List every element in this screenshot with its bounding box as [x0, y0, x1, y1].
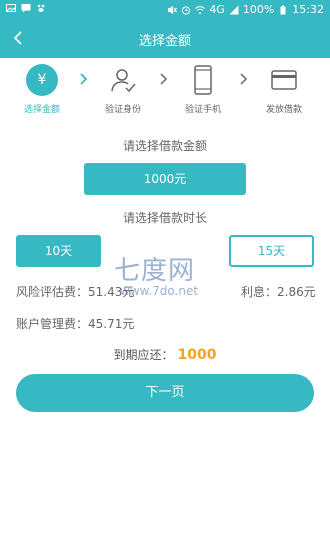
step-label: 选择金额: [23, 105, 60, 115]
page-title: 选择金额: [138, 34, 191, 49]
due-label: 到期应还：: [113, 348, 174, 362]
user-check-icon: [107, 64, 139, 96]
duration-option-15[interactable]: 15天: [229, 235, 314, 267]
risk-fee-label: 风险评估费：: [16, 285, 89, 299]
account-fee: 账户管理费：45.71元: [16, 315, 134, 332]
message-icon: [21, 4, 31, 13]
amount-option-button[interactable]: 1000元: [84, 163, 246, 195]
account-fee-value: 45.71元: [88, 317, 135, 331]
title-bar: 选择金额: [0, 20, 330, 58]
image-icon: [6, 4, 16, 12]
phone-icon: [187, 64, 219, 96]
battery-percent: 100%: [242, 3, 275, 16]
risk-fee: 风险评估费：51.43元: [16, 283, 134, 300]
step-label: 发放借款: [265, 105, 302, 115]
step-verify-phone: 验证手机: [167, 64, 239, 115]
status-left-icons: [6, 3, 46, 13]
step-verify-identity: 验证身份: [87, 64, 159, 115]
status-bar: 4G 100% 15:32: [0, 0, 330, 20]
interest-value: 2.86元: [277, 285, 316, 299]
duration-option-10[interactable]: 10天: [16, 235, 101, 267]
step-select-amount: ¥ 选择金额: [6, 64, 78, 115]
progress-steps: ¥ 选择金额 验证身份 验证手机 发放借款: [0, 64, 330, 124]
watermark-title: 七度网: [114, 256, 196, 286]
due-value: 1000: [177, 347, 217, 363]
interest-label: 利息：: [241, 285, 278, 299]
risk-fee-value: 51.43元: [88, 285, 135, 299]
step-label: 验证手机: [184, 105, 221, 115]
due-amount: 到期应还： 1000: [0, 346, 330, 363]
card-icon: [268, 64, 300, 96]
account-fee-label: 账户管理费：: [16, 317, 89, 331]
paw-icon: [37, 4, 45, 12]
next-page-button[interactable]: 下一页: [16, 374, 314, 412]
status-right-icons: 4G 100% 15:32: [167, 3, 324, 17]
battery-icon: [280, 5, 286, 15]
duration-prompt: 请选择借款时长: [122, 211, 207, 225]
interest: 利息：2.86元: [241, 283, 316, 300]
network-type: 4G: [209, 3, 225, 16]
wifi-icon: [195, 6, 206, 14]
signal-icon: [229, 5, 239, 15]
clock: 15:32: [292, 3, 324, 16]
step-disburse-loan: 发放借款: [248, 64, 320, 115]
step-label: 验证身份: [104, 105, 141, 115]
amount-prompt: 请选择借款金额: [122, 139, 207, 153]
yen-icon: ¥: [26, 64, 58, 96]
mute-icon: [168, 6, 178, 14]
alarm-icon: [182, 6, 191, 15]
